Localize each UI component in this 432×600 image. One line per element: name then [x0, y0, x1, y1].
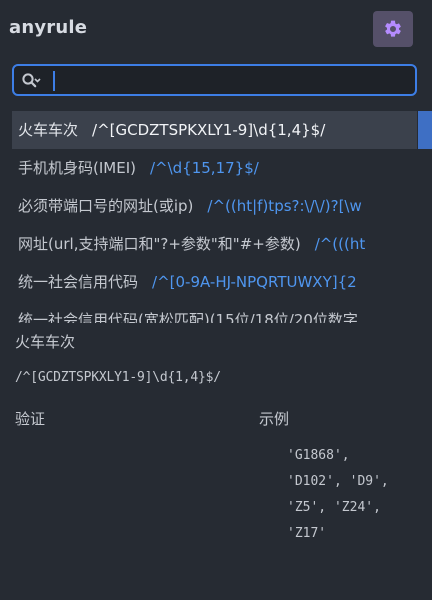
rule-name: 网址(url,支持端口和"?+参数"和"#+参数)	[18, 235, 301, 253]
list-item-credit-code[interactable]: 统一社会信用代码 /^[0-9A-HJ-NPQRTUWXY]{2	[12, 263, 417, 301]
search-box[interactable]	[12, 64, 417, 96]
rule-regex: /^((ht|f)tps?:\/\/)?[\w	[207, 197, 362, 215]
app-title: anyrule	[9, 17, 88, 38]
list-item-imei[interactable]: 手机机身码(IMEI) /^\d{15,17}$/	[12, 149, 417, 187]
list-item-url-with-port[interactable]: 必须带端口号的网址(或ip) /^((ht|f)tps?:\/\/)?[\w	[12, 187, 417, 225]
rule-regex: /^[0-9A-HJ-NPQRTUWXY]{2	[152, 273, 357, 291]
example-line: 'Z5', 'Z24',	[287, 500, 381, 515]
rule-regex: /^(((ht	[314, 235, 366, 253]
rule-name: 火车车次	[18, 121, 79, 139]
rule-regex: /^[GCDZTSPKXLY1-9]\d{1,4}$/	[92, 121, 326, 139]
example-line: 'G1868',	[287, 448, 350, 463]
verify-label: 验证	[15, 410, 46, 428]
rule-name: 统一社会信用代码	[18, 273, 139, 291]
example-label: 示例	[259, 410, 290, 428]
rule-list[interactable]: 火车车次 /^[GCDZTSPKXLY1-9]\d{1,4}$/ 手机机身码(IM…	[0, 111, 432, 323]
detail-regex: /^[GCDZTSPKXLY1-9]\d{1,4}$/	[15, 370, 221, 385]
settings-button[interactable]	[373, 11, 413, 47]
example-line: 'Z17'	[287, 526, 327, 541]
rule-name: 手机机身码(IMEI)	[18, 159, 136, 177]
text-caret	[53, 71, 55, 91]
examples-list: 'G1868', 'D102', 'D9', 'Z5', 'Z24', 'Z17…	[287, 443, 427, 547]
rule-name: 必须带端口号的网址(或ip)	[18, 197, 194, 215]
header: anyrule	[0, 0, 432, 62]
example-line: 'D102', 'D9',	[287, 474, 389, 489]
list-item-url[interactable]: 网址(url,支持端口和"?+参数"和"#+参数) /^(((ht	[12, 225, 417, 263]
search-input[interactable]	[58, 68, 412, 94]
rule-regex: /^\d{15,17}$/	[149, 159, 259, 177]
detail-title: 火车车次	[15, 333, 76, 351]
list-item-train-number[interactable]: 火车车次 /^[GCDZTSPKXLY1-9]\d{1,4}$/	[12, 111, 417, 149]
rule-name: 统一社会信用代码(宽松匹配)(15位/18位/20位数字	[18, 311, 358, 323]
app-window: anyrule 火车车次 /^[GCDZTSPKXLY1-9]\d{1,4}$/ …	[0, 0, 432, 600]
search-icon	[22, 73, 41, 88]
gear-icon	[385, 20, 401, 37]
list-item-credit-code-loose[interactable]: 统一社会信用代码(宽松匹配)(15位/18位/20位数字	[12, 301, 417, 323]
list-scrollbar[interactable]	[418, 111, 432, 149]
